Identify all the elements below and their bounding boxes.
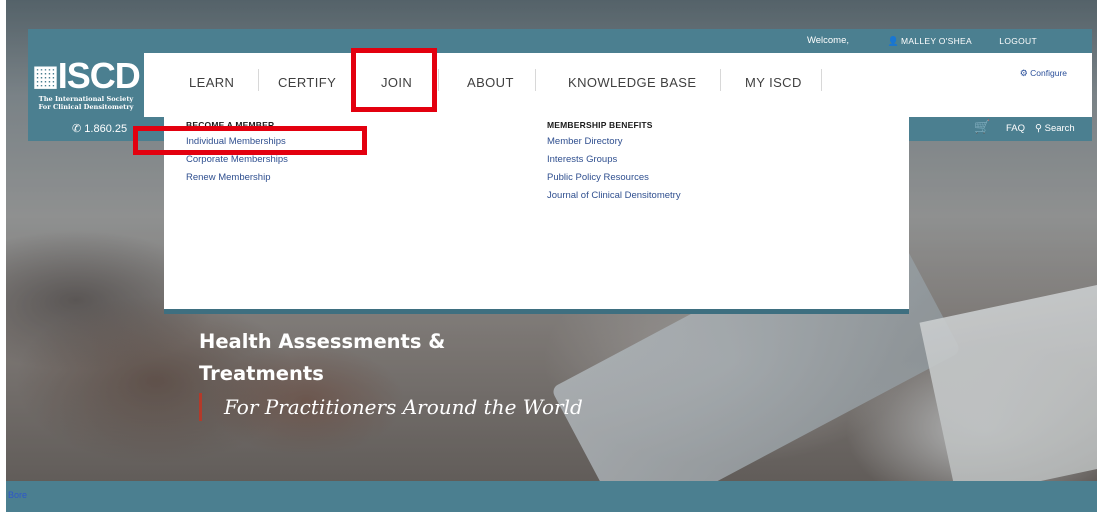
configure-link[interactable]: ⚙ Configure (1020, 68, 1067, 79)
logo-subtitle-1: The International Society (38, 95, 134, 103)
search-link[interactable]: ⚲ Search (1035, 123, 1075, 134)
phone-icon: ✆ (72, 123, 82, 135)
membership-benefits-heading: MEMBERSHIP BENEFITS (547, 120, 653, 130)
hero-tagline: For Practitioners Around the World (199, 393, 583, 421)
site-logo[interactable]: ▦ISCD The International Society For Clin… (28, 53, 144, 117)
phone-bar: ✆ 1.860.25 (28, 117, 164, 141)
membership-benefits-column: MEMBERSHIP BENEFITS Member Directory Int… (547, 117, 681, 202)
renew-membership-link[interactable]: Renew Membership (186, 172, 288, 184)
logo-subtitle-2: For Clinical Densitometry (38, 103, 134, 111)
member-directory-link[interactable]: Member Directory (547, 136, 681, 148)
hero-title-line-1: Health Assessments & (199, 330, 446, 353)
nav-my-iscd[interactable]: MY ISCD (745, 75, 802, 90)
logout-link[interactable]: LOGOUT (999, 36, 1037, 46)
welcome-text: Welcome, (806, 35, 849, 46)
nav-learn[interactable]: LEARN (189, 75, 234, 90)
user-name: MALLEY O'SHEA (900, 36, 972, 46)
interests-groups-link[interactable]: Interests Groups (547, 154, 681, 166)
nav-divider (355, 69, 356, 91)
nav-certify[interactable]: CERTIFY (278, 75, 336, 90)
footer-link[interactable]: Bore (8, 490, 27, 500)
configure-label: Configure (1030, 68, 1067, 78)
user-link[interactable]: 👤 MALLEY O'SHEA (887, 36, 972, 47)
logo-text: ISCD (57, 55, 141, 96)
nav-divider (821, 69, 822, 91)
nav-about[interactable]: ABOUT (467, 75, 514, 90)
become-member-heading: BECOME A MEMBER (186, 120, 275, 130)
bottom-bar: Bore (6, 481, 1097, 512)
search-label: Search (1044, 123, 1075, 134)
hero-title-line-2: Treatments (199, 362, 324, 385)
gear-icon: ⚙ (1019, 68, 1028, 78)
main-nav: LEARN CERTIFY JOIN ABOUT KNOWLEDGE BASE … (144, 53, 1092, 117)
become-member-column: BECOME A MEMBER Individual Memberships C… (186, 117, 288, 184)
join-dropdown-menu: BECOME A MEMBER Individual Memberships C… (164, 117, 909, 314)
journal-link[interactable]: Journal of Clinical Densitometry (547, 190, 681, 202)
user-icon: 👤 (887, 36, 899, 46)
search-icon: ⚲ (1035, 123, 1042, 134)
nav-divider (720, 69, 721, 91)
nav-knowledge-base[interactable]: KNOWLEDGE BASE (568, 75, 696, 90)
corporate-memberships-link[interactable]: Corporate Memberships (186, 154, 288, 166)
phone-text: 1.860.25 (84, 123, 128, 135)
globe-icon: ▦ (32, 60, 58, 91)
nav-divider (535, 69, 536, 91)
nav-divider (438, 69, 439, 91)
phone-number[interactable]: ✆ 1.860.25 (72, 122, 127, 135)
nav-divider (258, 69, 259, 91)
individual-memberships-link[interactable]: Individual Memberships (186, 136, 288, 148)
welcome-bar: Welcome, 👤 MALLEY O'SHEA LOGOUT (28, 29, 1092, 53)
public-policy-resources-link[interactable]: Public Policy Resources (547, 172, 681, 184)
hero-title: Health Assessments & Treatments (199, 326, 445, 390)
cart-icon[interactable]: 🛒 (974, 120, 990, 135)
utility-bar: 🛒 FAQ ⚲ Search (909, 117, 1092, 141)
logo-mark: ▦ISCD (28, 57, 144, 95)
faq-link[interactable]: FAQ (1006, 123, 1025, 134)
nav-join[interactable]: JOIN (381, 75, 412, 90)
